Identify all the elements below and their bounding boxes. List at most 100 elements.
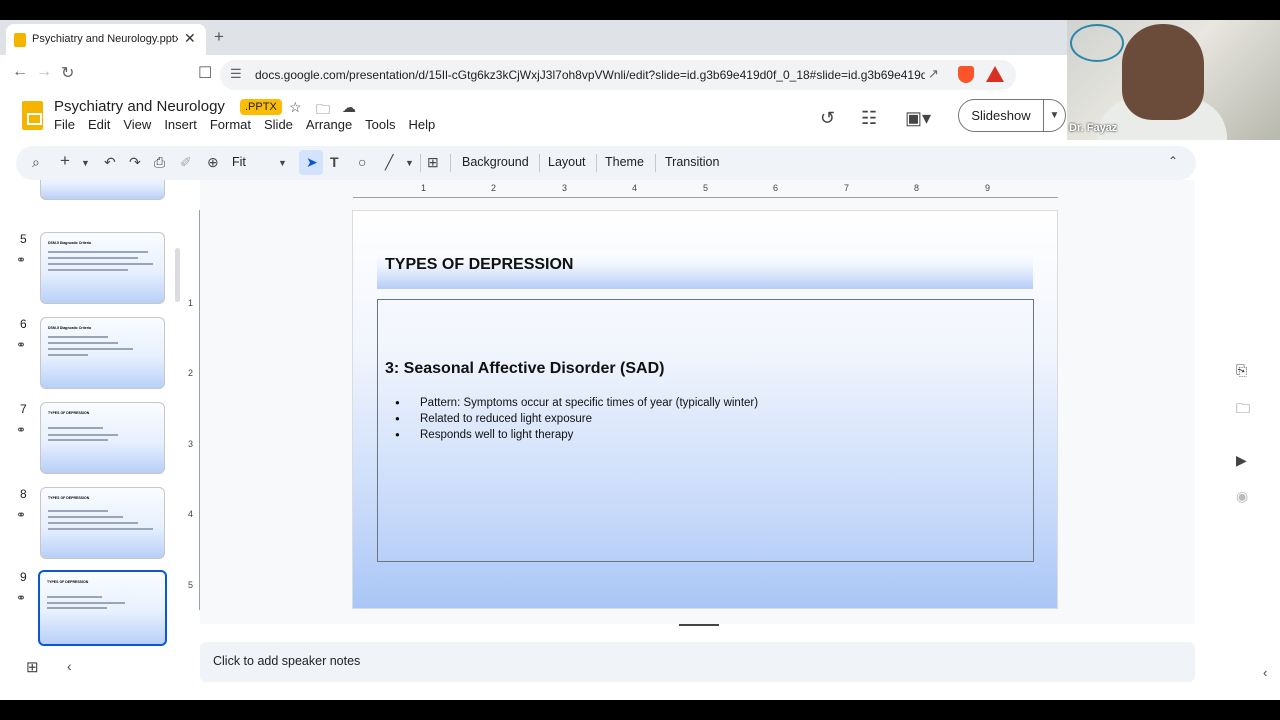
bullet-item[interactable]: Pattern: Symptoms occur at specific time… bbox=[395, 395, 758, 411]
bullet-item[interactable]: Related to reduced light exposure bbox=[395, 411, 758, 427]
menu-tools[interactable]: Tools bbox=[365, 117, 395, 132]
slide-thumbnail-7[interactable]: TYPES OF DEPRESSION bbox=[40, 402, 165, 474]
collapse-filmstrip-icon[interactable]: ‹ bbox=[67, 658, 72, 674]
new-tab-icon[interactable]: + bbox=[214, 27, 224, 47]
menu-view[interactable]: View bbox=[123, 117, 151, 132]
shape-icon[interactable]: ○ bbox=[358, 154, 366, 170]
omnibox[interactable]: ☰ docs.google.com/presentation/d/15Il-cG… bbox=[220, 60, 1016, 90]
folder-icon[interactable]: 🗀 bbox=[1236, 398, 1250, 422]
filmstrip-scrollbar[interactable] bbox=[175, 248, 180, 302]
slide-filmstrip: 5 ⚭ DSM-5 Diagnostic Criteria 6 ⚭ DSM-5 … bbox=[0, 180, 190, 650]
menu-arrange[interactable]: Arrange bbox=[306, 117, 352, 132]
layout-button[interactable]: Layout bbox=[548, 155, 586, 169]
academy-logo-icon bbox=[1070, 24, 1124, 62]
version-history-icon[interactable]: ↺ bbox=[820, 108, 835, 129]
undo-icon[interactable]: ↶ bbox=[104, 154, 116, 171]
print-icon[interactable]: ⎙ bbox=[154, 154, 165, 171]
linked-slide-icon: ⚭ bbox=[16, 338, 27, 352]
slide-thumbnail-5[interactable]: DSM-5 Diagnostic Criteria bbox=[40, 232, 165, 304]
close-tab-icon[interactable]: ✕ bbox=[184, 30, 196, 47]
back-icon[interactable]: ← bbox=[12, 63, 28, 81]
share-icon[interactable]: ↗ bbox=[928, 66, 939, 82]
slide-thumbnail-9[interactable]: TYPES OF DEPRESSION bbox=[38, 570, 167, 646]
slide-number: 5 bbox=[20, 232, 27, 246]
slide-number: 9 bbox=[20, 570, 27, 584]
toolbar-divider bbox=[596, 154, 597, 172]
horizontal-ruler[interactable]: 1 2 3 4 5 6 7 8 9 bbox=[353, 183, 1058, 199]
slide-canvas[interactable]: TYPES OF DEPRESSION 3: Seasonal Affectiv… bbox=[353, 211, 1057, 608]
menu-slide[interactable]: Slide bbox=[264, 117, 293, 132]
cursor-arrow-icon[interactable]: ➤ bbox=[306, 154, 318, 171]
ruler-tick-label: 3 bbox=[562, 183, 568, 193]
slide-subtitle[interactable]: 3: Seasonal Affective Disorder (SAD) bbox=[385, 360, 664, 378]
presenter-video bbox=[1122, 24, 1204, 120]
background-button[interactable]: Background bbox=[462, 155, 529, 169]
collapse-toolbar-icon[interactable]: ⌃ bbox=[1168, 154, 1178, 168]
bookmark-icon[interactable]: ☐ bbox=[198, 63, 212, 83]
line-dropdown-icon[interactable]: ▼ bbox=[405, 158, 414, 168]
menu-file[interactable]: File bbox=[54, 117, 75, 132]
slideshow-button[interactable]: Slideshow bbox=[958, 99, 1044, 132]
meet-camera-icon[interactable]: ▣▾ bbox=[905, 108, 931, 129]
slide-thumbnail-8[interactable]: TYPES OF DEPRESSION bbox=[40, 487, 165, 559]
linked-slide-icon: ⚭ bbox=[16, 253, 27, 267]
line-icon[interactable]: ╱ bbox=[385, 154, 393, 171]
notes-resize-handle[interactable] bbox=[679, 624, 719, 626]
site-settings-icon[interactable]: ☰ bbox=[230, 66, 242, 82]
presenter-name: Dr. Fayaz bbox=[1069, 122, 1118, 134]
zoom-icon[interactable]: ⊕ bbox=[207, 154, 219, 171]
ruler-tick-label: 2 bbox=[188, 368, 194, 378]
slides-logo-icon[interactable] bbox=[22, 101, 43, 130]
menu-format[interactable]: Format bbox=[210, 117, 251, 132]
slideshow-dropdown-icon[interactable]: ▼ bbox=[1044, 99, 1066, 132]
slide-number: 6 bbox=[20, 317, 27, 331]
expand-side-panel-icon[interactable]: ‹ bbox=[1263, 665, 1267, 680]
bullet-list[interactable]: Pattern: Symptoms occur at specific time… bbox=[395, 395, 758, 443]
new-slide-dropdown-icon[interactable]: ▼ bbox=[81, 158, 90, 168]
vertical-ruler[interactable]: 1 2 3 4 5 bbox=[186, 210, 200, 610]
paint-format-icon[interactable]: ✐ bbox=[180, 154, 192, 171]
ruler-tick-label: 1 bbox=[421, 183, 427, 193]
theme-button[interactable]: Theme bbox=[605, 155, 644, 169]
grid-view-icon[interactable]: ⊞ bbox=[26, 658, 39, 676]
menu-edit[interactable]: Edit bbox=[88, 117, 110, 132]
search-menus-icon[interactable]: ⌕ bbox=[32, 154, 40, 171]
text-box-icon[interactable]: T bbox=[330, 154, 339, 170]
ruler-tick-label: 5 bbox=[188, 580, 194, 590]
transition-button[interactable]: Transition bbox=[665, 155, 719, 169]
redo-icon[interactable]: ↷ bbox=[129, 154, 141, 171]
speaker-notes-placeholder[interactable]: Click to add speaker notes bbox=[213, 654, 360, 668]
zoom-select[interactable]: Fit bbox=[232, 155, 246, 169]
comments-icon[interactable]: ☷ bbox=[861, 108, 877, 129]
video-icon[interactable]: ▶ bbox=[1236, 452, 1247, 469]
browser-window: Psychiatry and Neurology.pptx ✕ + ← → ↻ … bbox=[0, 20, 1280, 700]
tab-title: Psychiatry and Neurology.pptx bbox=[32, 33, 178, 45]
cloud-status-icon[interactable]: ☁ bbox=[342, 99, 356, 116]
slide-thumbnail-4[interactable] bbox=[40, 180, 165, 200]
toolbar-divider bbox=[655, 154, 656, 172]
browser-tab[interactable]: Psychiatry and Neurology.pptx ✕ bbox=[6, 24, 206, 55]
brave-rewards-icon[interactable] bbox=[986, 66, 1004, 82]
add-comment-icon[interactable]: ⊞ bbox=[427, 154, 439, 171]
reload-icon[interactable]: ↻ bbox=[61, 63, 74, 83]
forward-icon[interactable]: → bbox=[36, 63, 52, 81]
ruler-tick-label: 8 bbox=[914, 183, 920, 193]
slide-title[interactable]: TYPES OF DEPRESSION bbox=[385, 256, 573, 274]
thumbnail-title: TYPES OF DEPRESSION bbox=[48, 496, 90, 500]
record-icon[interactable]: ◉ bbox=[1236, 488, 1248, 505]
menu-insert[interactable]: Insert bbox=[164, 117, 197, 132]
brave-shields-icon[interactable] bbox=[958, 66, 974, 83]
speaker-notes[interactable]: Click to add speaker notes bbox=[200, 642, 1195, 682]
slide-thumbnail-6[interactable]: DSM-5 Diagnostic Criteria bbox=[40, 317, 165, 389]
star-icon[interactable]: ☆ bbox=[289, 99, 302, 116]
new-slide-icon[interactable]: + bbox=[60, 151, 70, 171]
ruler-tick-label: 3 bbox=[188, 439, 194, 449]
document-title[interactable]: Psychiatry and Neurology bbox=[54, 98, 225, 115]
menu-help[interactable]: Help bbox=[409, 117, 436, 132]
zoom-dropdown-icon[interactable]: ▼ bbox=[278, 158, 287, 168]
keep-icon[interactable]: ⎘ bbox=[1236, 362, 1247, 379]
url-text[interactable]: docs.google.com/presentation/d/15Il-cGtg… bbox=[255, 68, 925, 82]
linked-slide-icon: ⚭ bbox=[16, 423, 27, 437]
toolbar-divider bbox=[539, 154, 540, 172]
bullet-item[interactable]: Responds well to light therapy bbox=[395, 427, 758, 443]
